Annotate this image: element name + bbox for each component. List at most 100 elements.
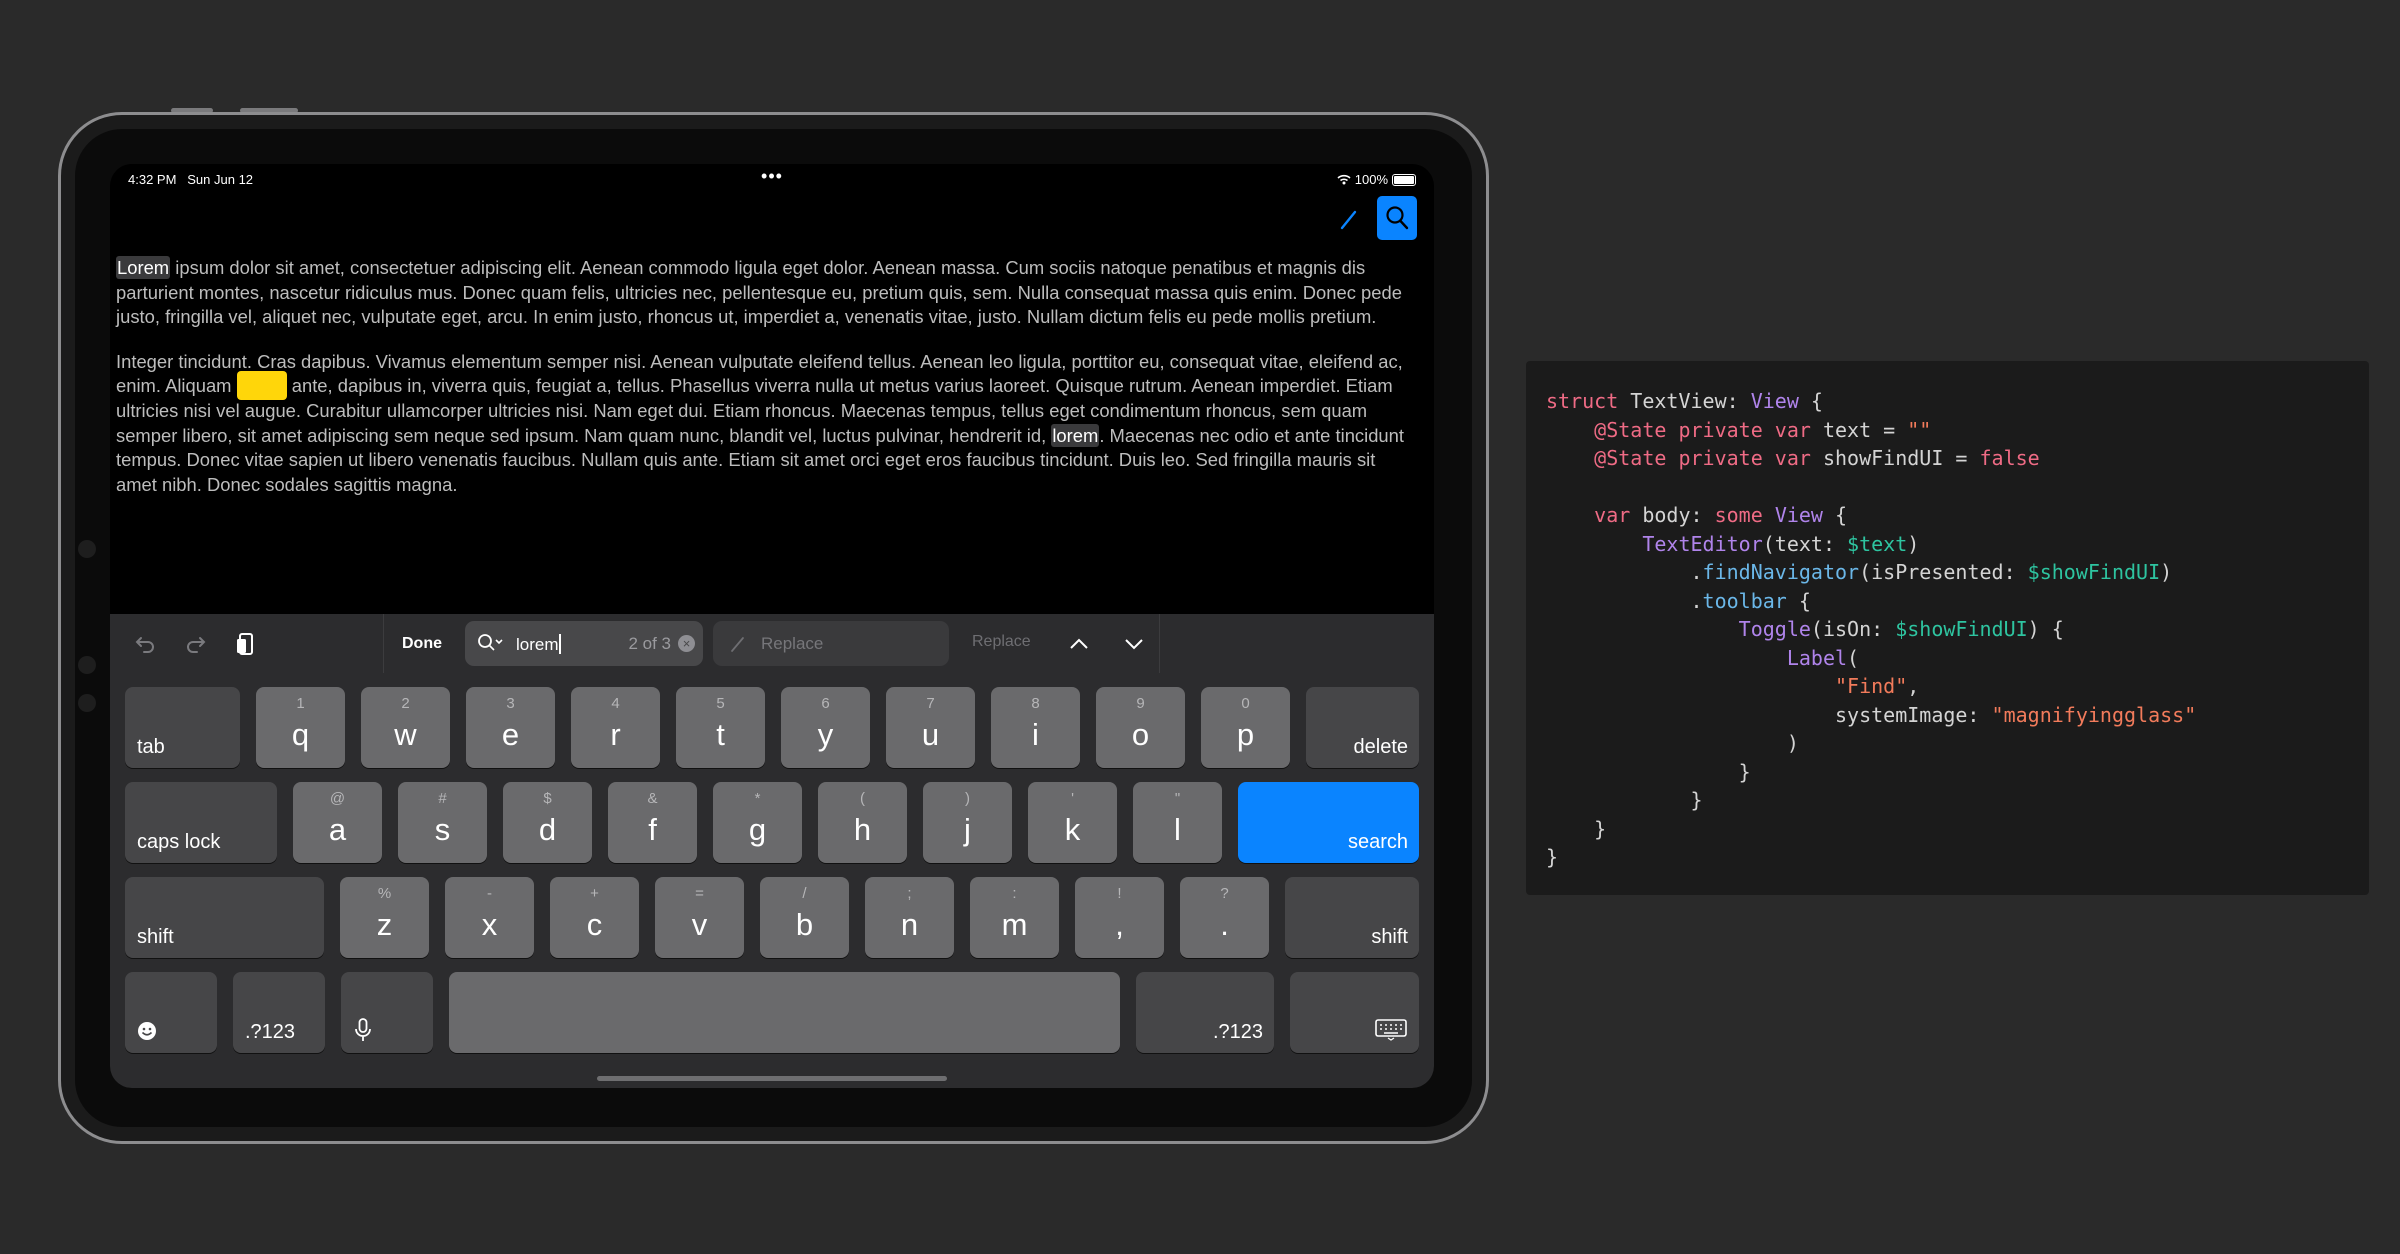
- chevron-down-icon[interactable]: [1120, 630, 1148, 658]
- key-label: s: [434, 812, 451, 847]
- search-key[interactable]: search: [1238, 782, 1419, 863]
- battery-percent: 100%: [1354, 172, 1388, 187]
- key-row-2: caps lock @ a # s $ d & f * g(h) j ' k " l search: [125, 782, 1419, 863]
- key-l[interactable]: " l: [1133, 782, 1222, 863]
- code-line: ): [1546, 729, 2196, 758]
- key-label: h: [853, 812, 872, 847]
- redo-icon[interactable]: [181, 630, 209, 658]
- key-alt-label: 8: [1031, 695, 1040, 712]
- code-token: text =: [1810, 417, 1908, 442]
- code-token: {: [1822, 503, 1848, 527]
- key-v[interactable]: = v: [655, 877, 744, 958]
- undo-icon[interactable]: [132, 630, 160, 658]
- key-.[interactable]: ?.: [1180, 877, 1269, 958]
- caps-lock-key[interactable]: caps lock: [125, 782, 277, 863]
- code-line: Label(: [1546, 644, 2196, 673]
- text-caret: [558, 634, 561, 654]
- key-g[interactable]: * g: [713, 782, 802, 863]
- camera-dot: [78, 656, 96, 674]
- key-alt-label: %: [377, 885, 392, 902]
- key-d[interactable]: $ d: [503, 782, 592, 863]
- key-c[interactable]: + c: [550, 877, 639, 958]
- key-row-1: tab 1 q 2 w 3 e 4 r 5 t 6 y 7 u 8 i 9 o 0 p delete: [125, 687, 1419, 768]
- key-r[interactable]: 4r: [571, 687, 660, 768]
- key-t[interactable]: 5t: [676, 687, 765, 768]
- paste-icon[interactable]: [232, 630, 260, 658]
- code-token: systemImage:: [1546, 702, 1992, 727]
- key-label: y: [817, 717, 834, 752]
- paragraph: Integer tincidunt. Cras dapibus. Vivamus…: [116, 350, 1416, 498]
- shift-key-right[interactable]: shift: [1285, 877, 1419, 958]
- dismiss-keyboard-key[interactable]: [1290, 972, 1419, 1053]
- delete-key[interactable]: delete: [1306, 687, 1419, 768]
- key-alt-label: 9: [1136, 695, 1145, 712]
- key-alt-label: ': [1071, 790, 1074, 807]
- key-k[interactable]: ' k: [1028, 782, 1117, 863]
- magnifyingglass-icon: [1386, 206, 1409, 230]
- status-right: 100%: [1337, 172, 1416, 187]
- search-options-icon[interactable]: [477, 633, 505, 653]
- key-alt-label: ;: [907, 885, 912, 902]
- key-m[interactable]: :m: [970, 877, 1059, 958]
- key-alt-label: $: [543, 790, 552, 807]
- key-a[interactable]: @ a: [293, 782, 382, 863]
- code-line: systemImage: "magnifyingglass": [1546, 701, 2196, 730]
- key-y[interactable]: 6y: [781, 687, 870, 768]
- key-,[interactable]: !,: [1075, 877, 1164, 958]
- done-button[interactable]: Done: [402, 635, 442, 653]
- replace-field[interactable]: Replace: [713, 621, 949, 666]
- replace-button[interactable]: Replace: [972, 633, 1031, 651]
- key-alt-label: ?: [1220, 885, 1229, 902]
- tab-key[interactable]: tab: [125, 687, 240, 768]
- code-token: .: [1546, 588, 1703, 613]
- key-label: l: [1174, 812, 1181, 847]
- key-p[interactable]: 0p: [1201, 687, 1290, 768]
- code-token: ): [1907, 531, 1920, 556]
- key-label: g: [748, 812, 767, 847]
- key-b[interactable]: / b: [760, 877, 849, 958]
- numbers-key-left[interactable]: .?123: [233, 972, 325, 1053]
- key-label: caps lock: [137, 831, 221, 853]
- code-line: }: [1546, 786, 2196, 815]
- key-i[interactable]: 8i: [991, 687, 1080, 768]
- key-w[interactable]: 2w: [361, 687, 450, 768]
- key-label: n: [900, 907, 919, 942]
- key-e[interactable]: 3e: [466, 687, 555, 768]
- code-token: struct: [1546, 389, 1619, 413]
- key-q[interactable]: 1q: [256, 687, 345, 768]
- search-input-value[interactable]: lorem: [516, 634, 561, 655]
- key-o[interactable]: 9o: [1096, 687, 1185, 768]
- code-token: some: [1714, 503, 1763, 527]
- emoji-key[interactable]: [125, 972, 217, 1053]
- text-editor[interactable]: Lorem ipsum dolor sit amet, consectetuer…: [116, 256, 1416, 517]
- clear-icon[interactable]: ×: [678, 635, 695, 652]
- key-u[interactable]: 7u: [886, 687, 975, 768]
- key-z[interactable]: % z: [340, 877, 429, 958]
- key-f[interactable]: & f: [608, 782, 697, 863]
- space-bar[interactable]: [449, 972, 1120, 1053]
- chevron-up-icon[interactable]: [1065, 630, 1093, 658]
- status-time: 4:32 PM Sun Jun 12: [128, 172, 253, 187]
- shift-key-left[interactable]: shift: [125, 877, 324, 958]
- numbers-key-right[interactable]: .?123: [1136, 972, 1274, 1053]
- key-alt-label: 0: [1241, 695, 1250, 712]
- find-search-field[interactable]: lorem 2 of 3 ×: [465, 621, 703, 666]
- key-alt-label: 5: [716, 695, 725, 712]
- code-token: View: [1750, 389, 1799, 413]
- key-n[interactable]: ; n: [865, 877, 954, 958]
- key-s[interactable]: # s: [398, 782, 487, 863]
- key-alt-label: *: [754, 790, 761, 807]
- pencil-icon[interactable]: [1334, 204, 1364, 234]
- key-x[interactable]: -x: [445, 877, 534, 958]
- code-line: Toggle(isOn: $showFindUI) {: [1546, 615, 2196, 644]
- find-toggle-button[interactable]: [1377, 196, 1417, 240]
- key-rows: tab 1 q 2 w 3 e 4 r 5 t 6 y 7 u 8 i 9 o 0 p delete caps lock…: [125, 687, 1419, 1067]
- dictation-key[interactable]: [341, 972, 433, 1053]
- multitasking-dots-icon[interactable]: •••: [761, 166, 783, 187]
- key-j[interactable]: ) j: [923, 782, 1012, 863]
- key-h[interactable]: (h: [818, 782, 907, 863]
